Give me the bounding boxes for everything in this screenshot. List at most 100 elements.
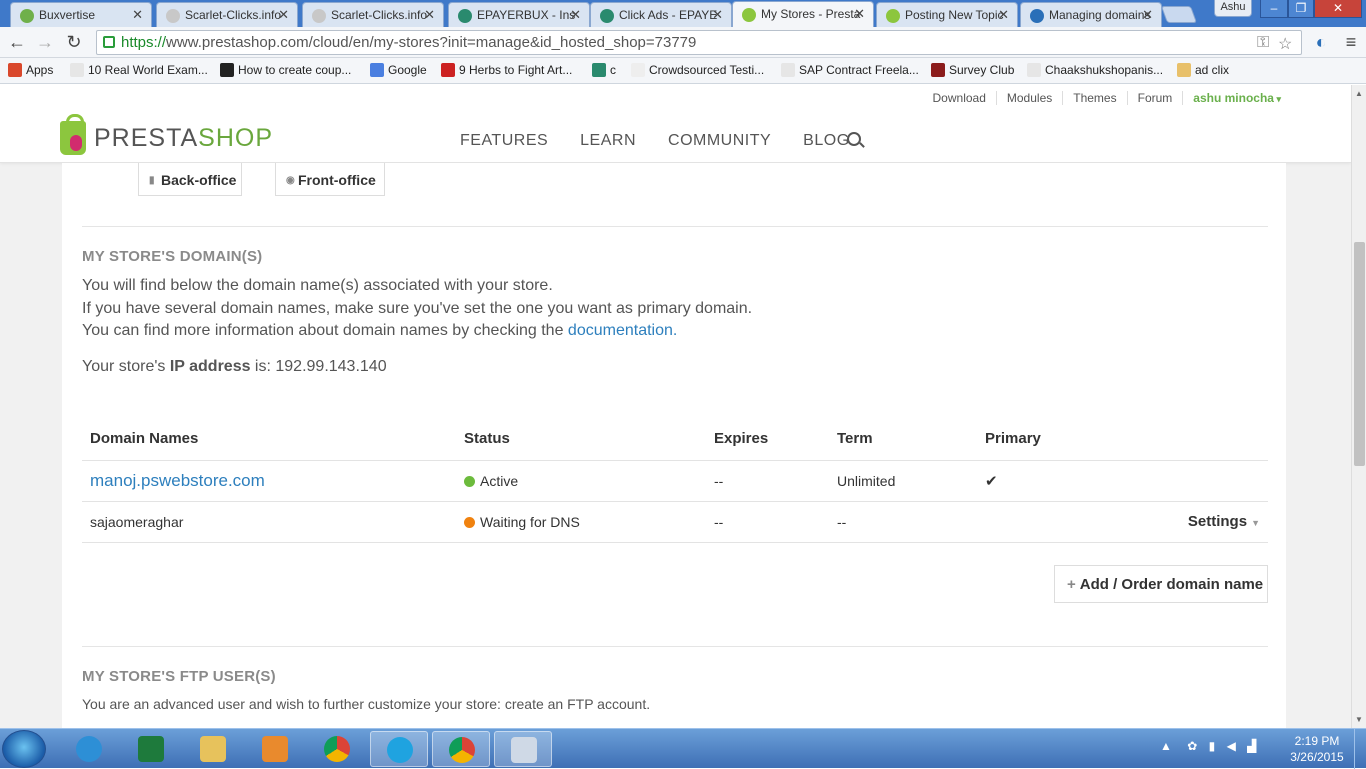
expires-cell: -- xyxy=(706,501,829,543)
star-icon[interactable]: ☆ xyxy=(1278,34,1292,54)
tab-close-icon[interactable]: ✕ xyxy=(998,7,1009,23)
toplink-forum[interactable]: Forum xyxy=(1128,91,1184,105)
battery-icon[interactable]: ▮ xyxy=(1209,739,1216,753)
user-menu[interactable]: ashu minocha ▾ xyxy=(1183,91,1281,105)
bookmark-item[interactable]: 10 Real World Exam... xyxy=(70,63,208,77)
primary-check-icon: ✔ xyxy=(977,460,1087,502)
store-card: ▮ Back-office ◉ Front-office MY STORE'S DO… xyxy=(62,163,1286,728)
bookmark-item[interactable]: SAP Contract Freela... xyxy=(781,63,919,77)
extension-icon[interactable]: ◐ xyxy=(1310,32,1332,54)
taskbar-media[interactable] xyxy=(246,731,304,767)
tab-favicon-icon xyxy=(886,9,900,23)
taskbar-chrome-active[interactable] xyxy=(432,731,490,767)
network-sync-icon[interactable]: ✿ xyxy=(1187,739,1197,753)
close-window-button[interactable]: ✕ xyxy=(1314,0,1362,18)
profile-button[interactable]: Ashu xyxy=(1214,0,1252,17)
col-domain-names: Domain Names xyxy=(82,418,456,461)
domain-name[interactable]: manoj.pswebstore.com xyxy=(90,471,265,490)
tab-close-icon[interactable]: ✕ xyxy=(570,7,581,23)
browser-tab[interactable]: My Stores - Presta ✕ xyxy=(732,1,874,27)
taskbar-explorer[interactable] xyxy=(184,731,242,767)
tab-close-icon[interactable]: ✕ xyxy=(854,6,865,22)
bookmark-item[interactable]: Google xyxy=(370,63,427,77)
bookmark-label: c xyxy=(610,63,616,77)
caret-down-icon: ▼ xyxy=(1251,518,1260,528)
status-dot-icon xyxy=(464,516,475,528)
new-tab-button[interactable] xyxy=(1160,6,1198,23)
bookmark-item[interactable]: Apps xyxy=(8,63,53,77)
bookmark-item[interactable]: How to create coup... xyxy=(220,63,351,77)
start-button[interactable] xyxy=(2,730,46,768)
menu-icon[interactable]: ≡ xyxy=(1340,32,1362,54)
maximize-button[interactable]: ❐ xyxy=(1288,0,1314,18)
browser-tab[interactable]: Buxvertise ✕ xyxy=(10,2,152,27)
browser-tab[interactable]: Scarlet-Clicks.info ✕ xyxy=(302,2,444,27)
domain-name: sajaomeraghar xyxy=(90,513,184,530)
tab-title: Posting New Topic xyxy=(905,8,1004,22)
browser-tab[interactable]: EPAYERBUX - Ins ✕ xyxy=(448,2,590,27)
add-order-domain-button[interactable]: + Add / Order domain name xyxy=(1054,565,1268,603)
bookmark-item[interactable]: Crowdsourced Testi... xyxy=(631,63,764,77)
browser-tab[interactable]: Managing domains ✕ xyxy=(1020,2,1162,27)
domain-cell: sajaomeraghar xyxy=(82,501,456,543)
bookmark-item[interactable]: ad clix xyxy=(1177,63,1229,77)
nav-community[interactable]: COMMUNITY xyxy=(668,132,771,150)
taskbar-skype[interactable] xyxy=(370,731,428,767)
minimize-button[interactable]: – xyxy=(1260,0,1288,18)
excel-icon xyxy=(138,736,164,762)
front-office-label: Front-office xyxy=(298,172,376,188)
clock[interactable]: 2:19 PM 3/26/2015 xyxy=(1286,733,1348,765)
address-bar[interactable]: https://www.prestashop.com/cloud/en/my-s… xyxy=(96,30,1302,55)
signal-icon[interactable]: ▟ xyxy=(1247,739,1256,753)
back-office-button[interactable]: ▮ Back-office xyxy=(138,163,242,196)
settings-dropdown[interactable]: Settings ▼ xyxy=(1188,513,1260,530)
taskbar-excel[interactable] xyxy=(122,731,180,767)
back-arrow-icon[interactable]: ← xyxy=(6,32,28,54)
ftp-section-title: MY STORE'S FTP USER(S) xyxy=(82,668,276,685)
taskbar-chrome[interactable] xyxy=(308,731,366,767)
tab-close-icon[interactable]: ✕ xyxy=(278,7,289,23)
bookmark-label: ad clix xyxy=(1195,63,1230,77)
nav-features[interactable]: FEATURES xyxy=(460,132,548,150)
bookmark-favicon-icon xyxy=(1027,63,1041,77)
tab-close-icon[interactable]: ✕ xyxy=(712,7,723,23)
bookmark-item[interactable]: 9 Herbs to Fight Art... xyxy=(441,63,572,77)
key-icon[interactable]: ⚿ xyxy=(1257,34,1269,52)
settings-cell xyxy=(1087,460,1268,502)
tab-title: Scarlet-Clicks.info xyxy=(185,8,282,22)
bookmarks-bar: Apps 10 Real World Exam... How to create c… xyxy=(0,58,1366,84)
scroll-up-arrow-icon[interactable]: ▲ xyxy=(1355,89,1363,98)
browser-tab[interactable]: Click Ads - EPAYE ✕ xyxy=(590,2,732,27)
reload-icon[interactable]: ↻ xyxy=(63,32,85,54)
forward-arrow-icon[interactable]: → xyxy=(34,32,56,54)
scroll-down-arrow-icon[interactable]: ▼ xyxy=(1355,715,1363,724)
scroll-thumb[interactable] xyxy=(1354,242,1365,466)
documentation-link[interactable]: documentation xyxy=(568,322,673,339)
tab-close-icon[interactable]: ✕ xyxy=(1142,7,1153,23)
toplink-download[interactable]: Download xyxy=(923,91,997,105)
search-icon[interactable] xyxy=(847,132,861,146)
tab-close-icon[interactable]: ✕ xyxy=(132,7,143,23)
bookmark-item[interactable]: Chaakshukshopanis... xyxy=(1027,63,1163,77)
bookmark-item[interactable]: c xyxy=(592,63,616,77)
bookmark-item[interactable]: Survey Club xyxy=(931,63,1014,77)
nav-learn[interactable]: LEARN xyxy=(580,132,636,150)
media-player-icon xyxy=(262,736,288,762)
tray-arrow-icon[interactable]: ▲ xyxy=(1160,739,1172,753)
tab-close-icon[interactable]: ✕ xyxy=(424,7,435,23)
volume-icon[interactable]: ◀ xyxy=(1227,739,1236,753)
page-scrollbar[interactable]: ▲ ▼ xyxy=(1351,85,1366,728)
bookmark-favicon-icon xyxy=(70,63,84,77)
browser-tab[interactable]: Scarlet-Clicks.info ✕ xyxy=(156,2,298,27)
toplink-themes[interactable]: Themes xyxy=(1063,91,1128,105)
bookmark-label: Chaakshukshopanis... xyxy=(1045,63,1164,77)
bookmark-label: Apps xyxy=(26,63,54,77)
taskbar-ie[interactable] xyxy=(60,731,118,767)
taskbar-paint[interactable] xyxy=(494,731,552,767)
browser-tab[interactable]: Posting New Topic ✕ xyxy=(876,2,1018,27)
toplink-modules[interactable]: Modules xyxy=(997,91,1064,105)
nav-blog[interactable]: BLOG xyxy=(803,132,849,150)
show-desktop-button[interactable] xyxy=(1354,729,1366,769)
front-office-button[interactable]: ◉ Front-office xyxy=(275,163,385,196)
bookmark-favicon-icon xyxy=(441,63,455,77)
